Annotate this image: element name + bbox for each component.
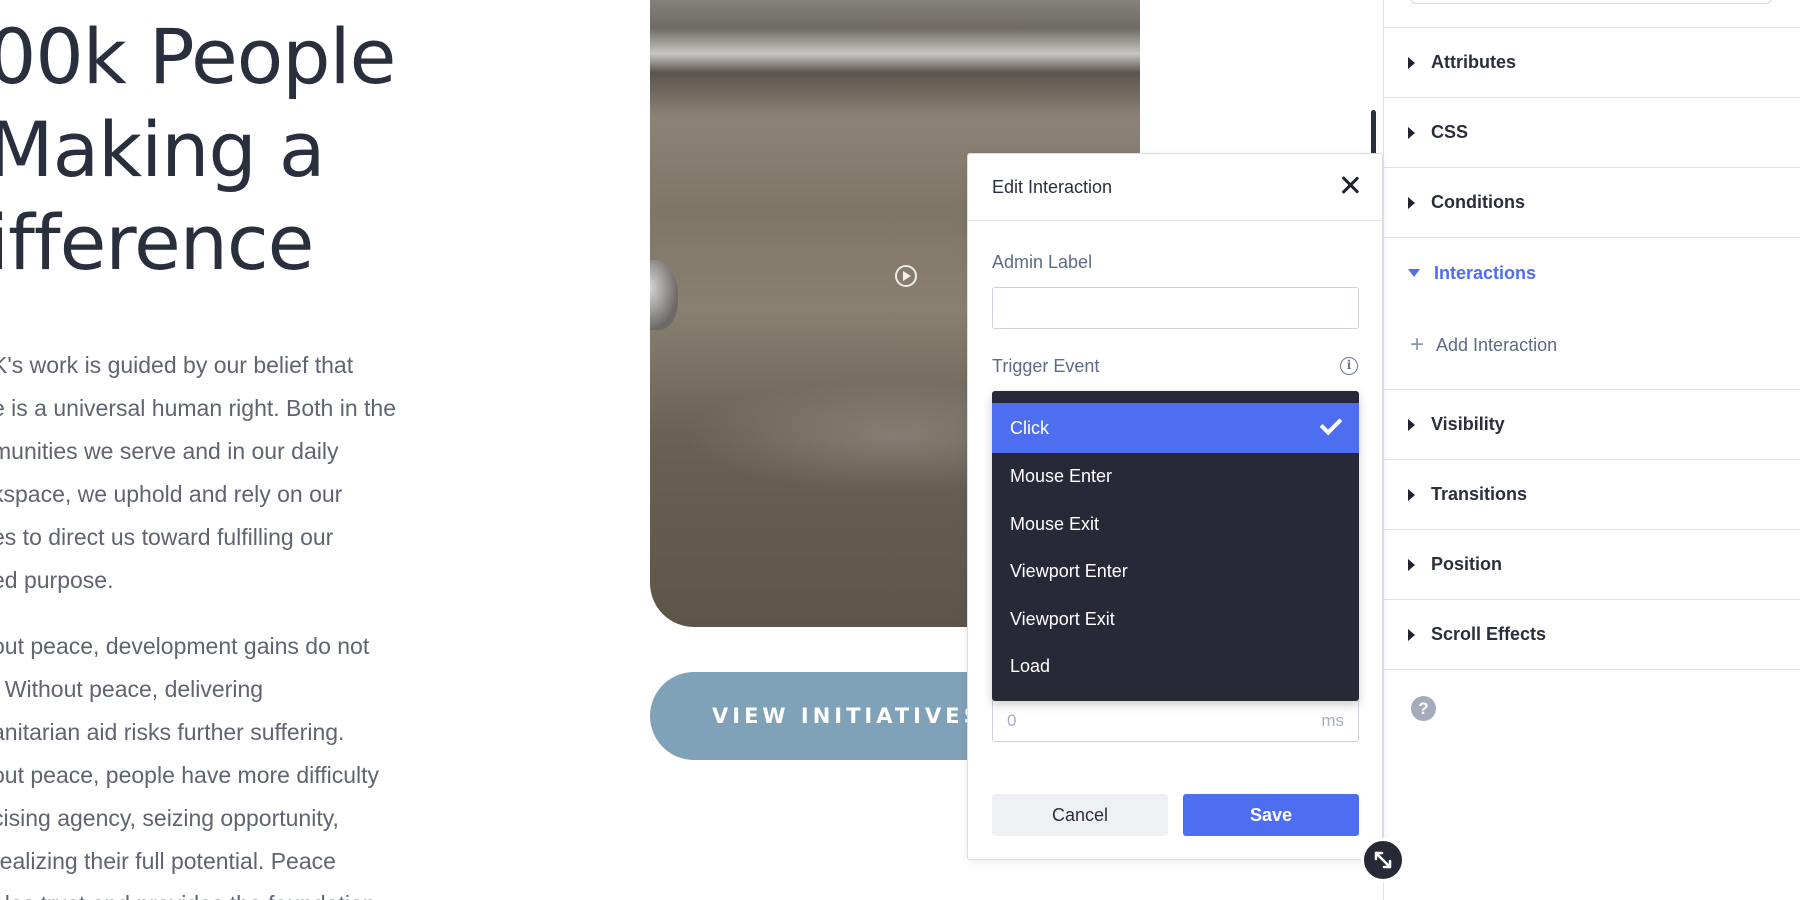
section-attributes[interactable]: Attributes [1384,28,1800,98]
option-label: Mouse Exit [1010,513,1100,534]
caret-down-icon [1408,269,1420,277]
caret-right-icon [1408,126,1415,139]
save-button[interactable]: Save [1183,794,1359,836]
paragraph-line: e is a universal human right. Both in th… [0,395,397,421]
section-label: Transitions [1431,484,1528,504]
paragraph-line: kspace, we uphold and rely on our [0,481,343,507]
trigger-event-label: Trigger Event [992,356,1100,376]
section-visibility[interactable]: Visibility [1384,390,1800,460]
section-transitions[interactable]: Transitions [1384,460,1800,530]
panel-top-field[interactable] [1410,0,1772,4]
option-label: Viewport Enter [1010,561,1128,582]
settings-panel: Attributes CSS Conditions Interactions +… [1383,0,1800,900]
dropdown-option-click[interactable]: Click [992,403,1359,453]
caret-right-icon [1408,56,1415,69]
section-conditions[interactable]: Conditions [1384,168,1800,238]
paragraph-line: ed purpose. [0,567,114,593]
cancel-button[interactable]: Cancel [992,794,1168,836]
plus-icon: + [1410,331,1425,358]
dropdown-option-load[interactable]: Load [992,643,1359,691]
paragraph-line: K's work is guided by our belief that [0,352,354,378]
paragraph-line: realizing their full potential. Peace [0,848,336,874]
view-initiatives-button[interactable]: VIEW INITIATIVES → [650,672,1012,760]
dropdown-option-viewport-exit[interactable]: Viewport Exit [992,596,1359,644]
paragraph-line: munities we serve and in our daily [0,438,339,464]
checkmark-icon [1319,412,1343,436]
paragraph-line: cising agency, seizing opportunity, [0,805,339,831]
resize-icon[interactable] [1361,838,1405,882]
seagull-shape [650,260,678,330]
section-position[interactable]: Position [1384,530,1800,600]
section-interactions[interactable]: Interactions [1384,238,1800,308]
headline-line-2: Making a [0,105,325,194]
caret-right-icon [1408,196,1415,209]
caret-right-icon [1408,558,1415,571]
paragraph-line: . Without peace, delivering [0,676,264,702]
trigger-event-dropdown[interactable]: Click Mouse Enter Mouse Exit Viewport En… [992,391,1359,701]
body-paragraph-2: out peace, development gains do not . Wi… [0,625,452,900]
section-label: Attributes [1431,52,1516,72]
option-label: Click [1010,417,1049,438]
section-label: Interactions [1434,262,1537,283]
headline: 00k People Making a ifference [0,10,396,289]
admin-label-label: Admin Label [992,252,1093,272]
caret-right-icon [1408,628,1415,641]
section-scroll-effects[interactable]: Scroll Effects [1384,600,1800,670]
body-paragraph-1: K's work is guided by our belief that e … [0,344,452,602]
caret-right-icon [1408,488,1415,501]
paragraph-line: out peace, development gains do not [0,633,370,659]
paragraph-line: ales trust and provides the foundation [0,883,452,900]
page-root: 00k People Making a ifference K's work i… [0,0,1800,900]
play-icon[interactable] [895,265,917,287]
delay-value: 0 [1007,710,1017,730]
add-interaction-button[interactable]: + Add Interaction [1410,320,1557,370]
section-label: Visibility [1431,414,1505,434]
edit-interaction-modal: Edit Interaction Admin Label Trigger Eve… [967,153,1383,860]
close-icon[interactable] [1338,173,1362,197]
dropdown-option-mouse-exit[interactable]: Mouse Exit [992,501,1359,549]
option-label: Load [1010,656,1051,677]
scrollbar-thumb[interactable] [1371,110,1376,156]
dropdown-option-mouse-enter[interactable]: Mouse Enter [992,453,1359,501]
headline-line-1: 00k People [0,12,396,101]
section-label: Conditions [1431,192,1525,212]
section-css[interactable]: CSS [1384,98,1800,168]
delay-unit: ms [1321,710,1344,730]
admin-label-input[interactable] [992,287,1359,329]
caret-right-icon [1408,418,1415,431]
add-interaction-label: Add Interaction [1436,334,1558,355]
paragraph-line: es to direct us toward fulfilling our [0,524,334,550]
modal-title: Edit Interaction [968,154,1382,221]
option-label: Mouse Enter [1010,466,1113,487]
section-label: Scroll Effects [1431,624,1547,644]
delay-input[interactable]: 0 ms [992,700,1359,742]
section-label: CSS [1431,122,1469,142]
headline-line-3: ifference [0,198,314,287]
paragraph-line: anitarian aid risks further suffering. [0,719,345,745]
dropdown-option-viewport-enter[interactable]: Viewport Enter [992,548,1359,596]
help-icon[interactable]: ? [1411,696,1436,721]
option-label: Viewport Exit [1010,608,1115,629]
info-icon[interactable]: i [1340,357,1358,375]
section-label: Position [1431,554,1502,574]
paragraph-line: out peace, people have more difficulty [0,762,379,788]
